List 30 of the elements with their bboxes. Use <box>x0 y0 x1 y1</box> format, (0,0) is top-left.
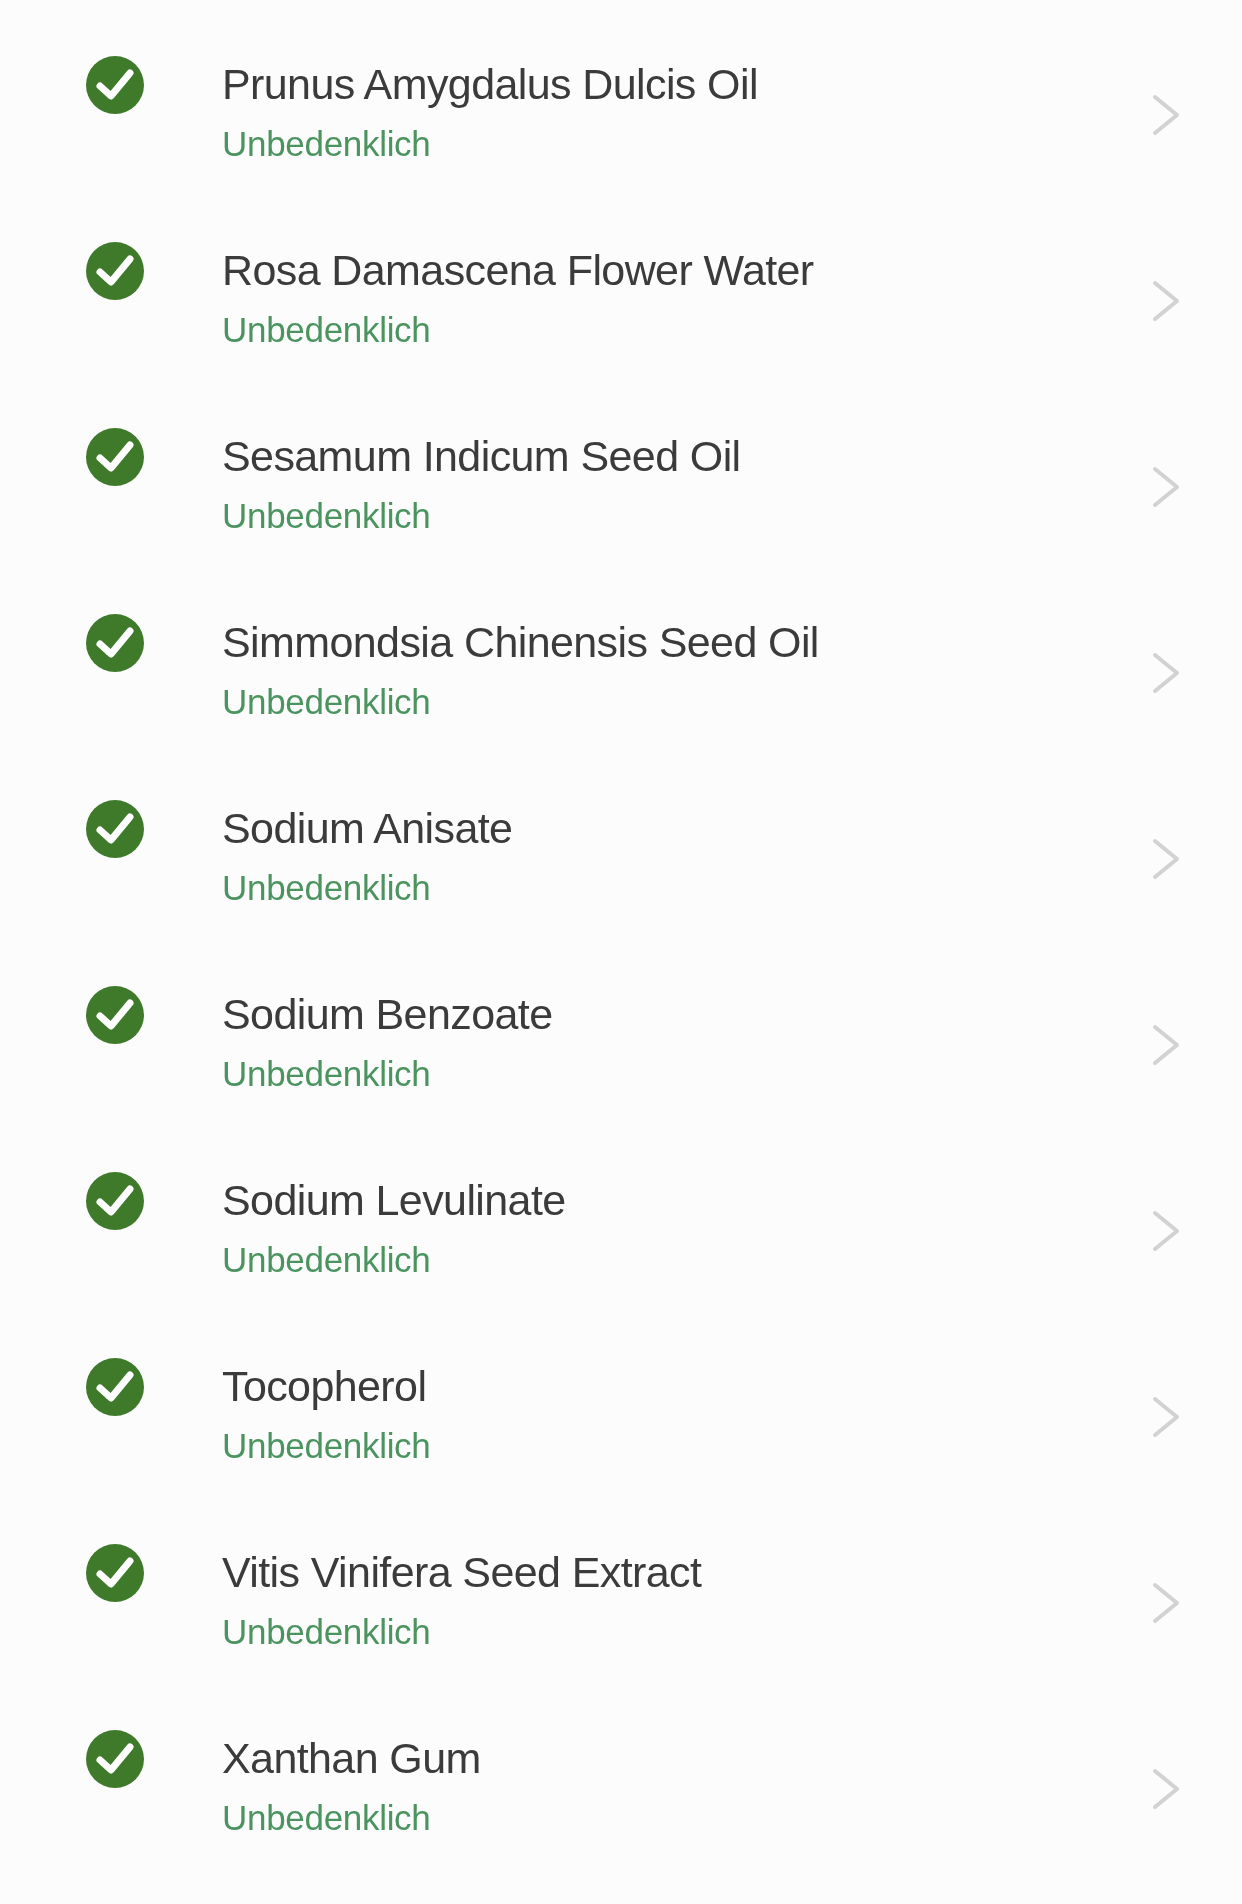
safety-rating: Unbedenklich <box>222 309 431 351</box>
safety-rating: Unbedenklich <box>222 123 431 165</box>
safety-rating: Unbedenklich <box>222 1425 431 1467</box>
chevron-right-icon[interactable] <box>1152 1210 1180 1252</box>
chevron-right-icon[interactable] <box>1152 1582 1180 1624</box>
ingredient-name: Rosa Damascena Flower Water <box>222 245 814 296</box>
safety-rating: Unbedenklich <box>222 1239 431 1281</box>
ingredient-name: Simmondsia Chinensis Seed Oil <box>222 617 819 668</box>
ingredient-name: Xanthan Gum <box>222 1733 481 1784</box>
ingredient-name: Tocopherol <box>222 1361 427 1412</box>
chevron-right-icon[interactable] <box>1152 838 1180 880</box>
chevron-right-icon[interactable] <box>1152 466 1180 508</box>
ingredient-name: Vitis Vinifera Seed Extract <box>222 1547 702 1598</box>
chevron-right-icon[interactable] <box>1152 94 1180 136</box>
safety-rating: Unbedenklich <box>222 1611 431 1653</box>
safety-rating: Unbedenklich <box>222 867 431 909</box>
safety-rating: Unbedenklich <box>222 1053 431 1095</box>
chevron-right-icon[interactable] <box>1152 280 1180 322</box>
safety-rating: Unbedenklich <box>222 495 431 537</box>
chevron-right-icon[interactable] <box>1152 1768 1180 1810</box>
ingredient-name: Sodium Benzoate <box>222 989 553 1040</box>
ingredient-name: Prunus Amygdalus Dulcis Oil <box>222 59 758 110</box>
chevron-right-icon[interactable] <box>1152 1024 1180 1066</box>
safety-rating: Unbedenklich <box>222 681 431 723</box>
ingredient-name: Sesamum Indicum Seed Oil <box>222 431 741 482</box>
safety-rating: Unbedenklich <box>222 1797 431 1839</box>
ingredient-name: Sodium Levulinate <box>222 1175 566 1226</box>
chevron-right-icon[interactable] <box>1152 1396 1180 1438</box>
chevron-right-icon[interactable] <box>1152 652 1180 694</box>
ingredient-name: Sodium Anisate <box>222 803 513 854</box>
